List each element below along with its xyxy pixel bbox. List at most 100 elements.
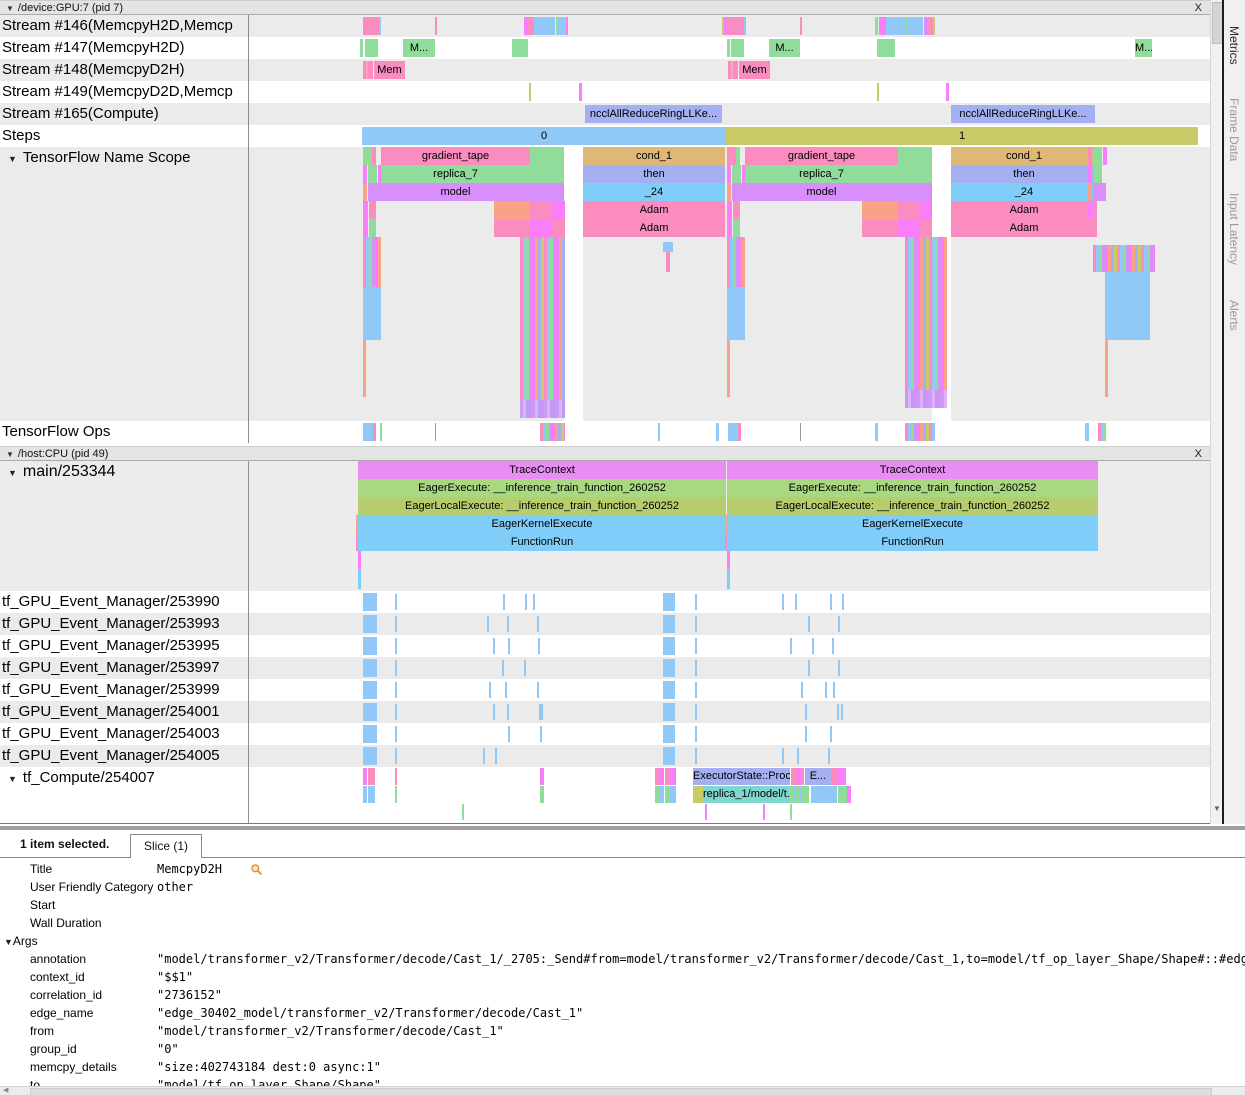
trace-event[interactable] <box>727 569 730 589</box>
trace-event[interactable] <box>695 748 697 764</box>
trace-event[interactable] <box>733 61 738 79</box>
track-row[interactable]: ▼TensorFlow Name Scopegradient_tapecond_… <box>0 147 1210 421</box>
trace-event[interactable] <box>395 768 397 785</box>
track-row[interactable]: tf_GPU_Event_Manager/253999 <box>0 679 1210 701</box>
trace-event[interactable] <box>494 219 530 237</box>
trace-event[interactable] <box>363 340 366 397</box>
trace-event[interactable] <box>363 201 368 219</box>
trace-event[interactable] <box>727 147 736 165</box>
label-column-separator[interactable] <box>248 15 249 443</box>
horizontal-scrollbar[interactable]: ◀ <box>0 1086 1245 1095</box>
trace-event[interactable] <box>363 681 377 699</box>
trace-event[interactable] <box>379 17 381 35</box>
trace-event[interactable]: cond_1 <box>583 147 725 165</box>
trace-event[interactable] <box>363 165 367 183</box>
trace-event[interactable] <box>898 201 919 219</box>
trace-event[interactable]: ncclAllReduceRingLLKe... <box>585 105 722 123</box>
trace-event[interactable] <box>727 237 745 287</box>
trace-event[interactable] <box>705 804 707 820</box>
trace-event[interactable] <box>363 637 377 655</box>
trace-event[interactable] <box>727 17 744 35</box>
trace-event[interactable] <box>494 201 530 219</box>
trace-event[interactable] <box>530 219 551 237</box>
trace-event[interactable] <box>358 569 361 589</box>
trace-event[interactable]: cond_1 <box>951 147 1097 165</box>
trace-event[interactable] <box>727 39 730 57</box>
trace-event[interactable] <box>790 804 792 820</box>
trace-event[interactable] <box>808 660 810 676</box>
close-icon[interactable]: X <box>1195 447 1202 461</box>
trace-event[interactable] <box>732 183 745 201</box>
trace-event[interactable]: Adam <box>583 219 725 237</box>
trace-event[interactable]: _24 <box>951 183 1097 201</box>
trace-event[interactable] <box>830 726 832 742</box>
trace-event[interactable] <box>507 616 509 632</box>
trace-event[interactable] <box>363 287 381 340</box>
trace-event[interactable] <box>695 682 697 698</box>
trace-event[interactable] <box>695 616 697 632</box>
trace-event[interactable]: then <box>951 165 1097 183</box>
scrollbar-thumb[interactable] <box>30 1088 1212 1095</box>
trace-event[interactable] <box>805 786 809 803</box>
trace-event[interactable] <box>659 786 664 803</box>
trace-event[interactable] <box>905 390 947 408</box>
collapse-icon[interactable]: ▼ <box>8 774 17 784</box>
track-row[interactable]: tf_GPU_Event_Manager/254003 <box>0 723 1210 745</box>
trace-event[interactable] <box>363 725 377 743</box>
trace-event[interactable] <box>898 183 932 201</box>
trace-event[interactable]: ncclAllReduceRingLLKe... <box>951 105 1095 123</box>
trace-event[interactable] <box>898 219 919 237</box>
trace-event[interactable] <box>875 17 878 35</box>
trace-event[interactable] <box>372 147 376 165</box>
trace-event[interactable] <box>800 17 802 35</box>
trace-event[interactable] <box>832 638 834 654</box>
track-row[interactable]: Stream #148(MemcpyD2H)MemMem <box>0 59 1210 81</box>
trace-event[interactable] <box>524 660 526 676</box>
trace-event[interactable] <box>363 703 377 721</box>
trace-event[interactable] <box>877 39 895 57</box>
trace-event[interactable]: then <box>583 165 725 183</box>
trace-event[interactable] <box>828 748 830 764</box>
trace-event[interactable] <box>716 423 719 441</box>
trace-event[interactable] <box>847 786 851 803</box>
trace-event[interactable] <box>363 423 373 441</box>
trace-event[interactable] <box>551 219 565 237</box>
trace-event[interactable] <box>1088 183 1092 201</box>
trace-event[interactable] <box>551 201 565 219</box>
trace-event[interactable]: replica_7 <box>381 165 530 183</box>
collapse-icon[interactable]: ▼ <box>8 468 17 478</box>
trace-event[interactable]: ExecutorState::Process <box>693 768 790 785</box>
trace-event[interactable] <box>875 423 878 441</box>
trace-event[interactable] <box>808 616 810 632</box>
trace-event[interactable]: _24 <box>583 183 725 201</box>
trace-event[interactable] <box>805 726 807 742</box>
track-row[interactable]: tf_GPU_Event_Manager/253997 <box>0 657 1210 679</box>
trace-event[interactable] <box>363 747 377 765</box>
trace-event[interactable] <box>363 615 377 633</box>
trace-event[interactable] <box>540 423 565 441</box>
trace-event[interactable] <box>363 237 381 287</box>
trace-event[interactable] <box>363 786 367 803</box>
side-tab-frame-data[interactable]: Frame Data <box>1227 98 1241 161</box>
trace-event[interactable] <box>1088 201 1093 219</box>
trace-event[interactable] <box>395 726 397 742</box>
trace-event[interactable] <box>663 637 675 655</box>
trace-event[interactable] <box>663 725 675 743</box>
trace-event[interactable] <box>566 17 568 35</box>
track-row[interactable]: Stream #146(MemcpyH2D,Memcp <box>0 15 1210 37</box>
trace-event[interactable] <box>908 17 923 35</box>
trace-event[interactable] <box>395 786 397 803</box>
trace-event[interactable] <box>1088 147 1092 165</box>
trace-event[interactable]: TraceContext <box>358 461 726 479</box>
trace-event[interactable] <box>1093 183 1106 201</box>
trace-event[interactable] <box>507 704 509 720</box>
trace-event[interactable] <box>533 594 535 610</box>
trace-event[interactable] <box>520 237 565 400</box>
trace-event[interactable]: EagerKernelExecute <box>727 515 1098 533</box>
collapse-icon[interactable]: ▼ <box>6 450 14 459</box>
trace-event[interactable] <box>363 659 377 677</box>
track-row[interactable]: Steps01 <box>0 125 1210 147</box>
trace-event[interactable]: replica_1/model/t... <box>703 786 790 803</box>
track-row[interactable]: Stream #149(MemcpyD2D,Memcp <box>0 81 1210 103</box>
trace-event[interactable] <box>502 660 504 676</box>
